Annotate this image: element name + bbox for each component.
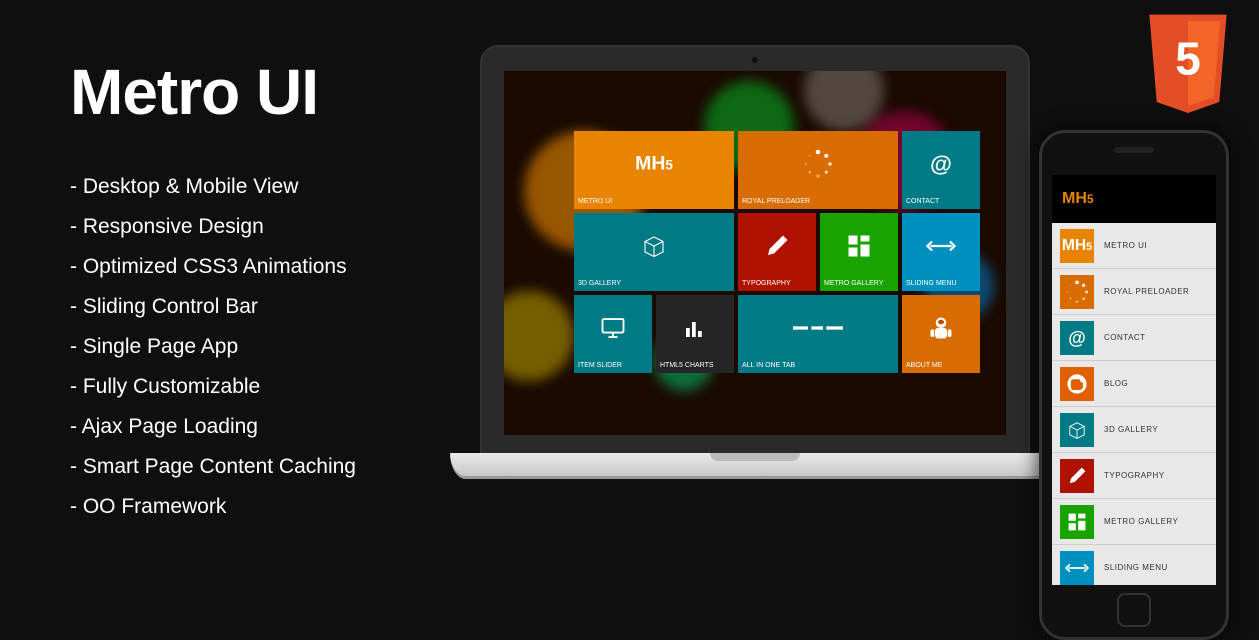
tile-typography[interactable]: TYPOGRAPHY — [738, 213, 816, 291]
mobile-item-label: CONTACT — [1104, 333, 1146, 342]
phone-header: MH5 — [1052, 175, 1216, 223]
mobile-item-label: TYPOGRAPHY — [1104, 471, 1165, 480]
pencil-icon — [1060, 459, 1094, 493]
phone-mockup: MH5 MH5 METRO UI ROYAL PRELOADER @ CONTACT BL… — [1039, 130, 1229, 640]
mobile-item-metro-ui[interactable]: MH5 METRO UI — [1052, 223, 1216, 269]
feature-item: - Optimized CSS3 Animations — [70, 247, 450, 287]
svg-text:@: @ — [1068, 328, 1086, 348]
mobile-item-royal-preloader[interactable]: ROYAL PRELOADER — [1052, 269, 1216, 315]
tile-metro-gallery[interactable]: METRO GALLERY — [820, 213, 898, 291]
cube-icon — [639, 231, 669, 261]
left-column: Metro UI - Desktop & Mobile View - Respo… — [70, 55, 450, 527]
loader-icon — [803, 149, 833, 179]
mobile-item-blog[interactable]: BLOG — [1052, 361, 1216, 407]
tile-royal-preloader[interactable]: ROYAL PRELOADER — [738, 131, 898, 209]
laptop-base — [450, 453, 1060, 479]
tile-label: METRO UI — [578, 198, 612, 205]
feature-item: - OO Framework — [70, 487, 450, 527]
laptop-mockup: MH5 METRO UI ROYAL PRELOADER @ CONTACT 3D GAL… — [450, 45, 1060, 545]
tile-label: ABOUT ME — [906, 362, 942, 369]
mobile-item-label: 3D GALLERY — [1104, 425, 1158, 434]
tile-label: ITEM SLIDER — [578, 362, 622, 369]
mobile-item-label: ROYAL PRELOADER — [1104, 287, 1189, 296]
cube-icon — [1060, 413, 1094, 447]
feature-list: - Desktop & Mobile View - Responsive Des… — [70, 167, 450, 527]
tile-label: CONTACT — [906, 198, 939, 205]
mobile-item-label: METRO GALLERY — [1104, 517, 1178, 526]
feature-item: - Smart Page Content Caching — [70, 447, 450, 487]
tile-label: SLIDING MENU — [906, 280, 957, 287]
mobile-item-label: SLIDING MENU — [1104, 563, 1168, 572]
mobile-item-contact[interactable]: @ CONTACT — [1052, 315, 1216, 361]
html5-badge: 5 — [1142, 10, 1234, 120]
arrows-icon — [926, 231, 956, 261]
feature-item: - Ajax Page Loading — [70, 407, 450, 447]
at-icon: @ — [926, 149, 956, 179]
mobile-item-sliding-menu[interactable]: SLIDING MENU — [1052, 545, 1216, 585]
camera-icon — [752, 57, 758, 63]
feature-item: - Responsive Design — [70, 207, 450, 247]
laptop-frame: MH5 METRO UI ROYAL PRELOADER @ CONTACT 3D GAL… — [480, 45, 1030, 455]
loader-icon — [1060, 275, 1094, 309]
feature-item: - Sliding Control Bar — [70, 287, 450, 327]
feature-item: - Desktop & Mobile View — [70, 167, 450, 207]
tile-contact[interactable]: @ CONTACT — [902, 131, 980, 209]
mobile-item-typography[interactable]: TYPOGRAPHY — [1052, 453, 1216, 499]
html5-number: 5 — [1175, 32, 1201, 84]
laptop-screen: MH5 METRO UI ROYAL PRELOADER @ CONTACT 3D GAL… — [504, 71, 1006, 435]
arrows-icon — [1060, 551, 1094, 585]
tile-label: 3D GALLERY — [578, 280, 621, 287]
tile-all-in-one-tab[interactable]: ALL IN ONE TAB — [738, 295, 898, 373]
tile-html5-charts[interactable]: HTML5 CHARTS — [656, 295, 734, 373]
tile-sliding-menu[interactable]: SLIDING MENU — [902, 213, 980, 291]
feature-item: - Fully Customizable — [70, 367, 450, 407]
tile-metro-ui[interactable]: MH5 METRO UI — [574, 131, 734, 209]
mobile-item-3d-gallery[interactable]: 3D GALLERY — [1052, 407, 1216, 453]
tile-label: METRO GALLERY — [824, 280, 883, 287]
mh5-icon: MH5 — [635, 152, 673, 175]
feature-item: - Single Page App — [70, 327, 450, 367]
mobile-item-label: METRO UI — [1104, 241, 1147, 250]
tile-label: HTML5 CHARTS — [660, 362, 714, 369]
astronaut-icon — [926, 313, 956, 343]
mobile-menu: MH5 METRO UI ROYAL PRELOADER @ CONTACT BLOG 3D… — [1052, 223, 1216, 585]
tile-label: ALL IN ONE TAB — [742, 362, 795, 369]
grid-icon — [844, 231, 874, 261]
tile-about-me[interactable]: ABOUT ME — [902, 295, 980, 373]
tile-item-slider[interactable]: ITEM SLIDER — [574, 295, 652, 373]
bars-icon — [680, 313, 710, 343]
mobile-item-label: BLOG — [1104, 379, 1128, 388]
mh5-icon: MH5 — [1060, 229, 1094, 263]
tile-grid: MH5 METRO UI ROYAL PRELOADER @ CONTACT 3D GAL… — [574, 131, 980, 373]
tile-label: ROYAL PRELOADER — [742, 198, 810, 205]
svg-text:@: @ — [930, 151, 952, 176]
blogger-icon — [1060, 367, 1094, 401]
monitor-icon — [598, 313, 628, 343]
lines-icon — [793, 303, 843, 353]
grid-icon — [1060, 505, 1094, 539]
tile-3d-gallery[interactable]: 3D GALLERY — [574, 213, 734, 291]
phone-screen: MH5 MH5 METRO UI ROYAL PRELOADER @ CONTACT BL… — [1052, 175, 1216, 585]
at-icon: @ — [1060, 321, 1094, 355]
tile-label: TYPOGRAPHY — [742, 280, 791, 287]
logo-mh5: MH5 — [1062, 190, 1094, 208]
pencil-icon — [762, 231, 792, 261]
mobile-item-metro-gallery[interactable]: METRO GALLERY — [1052, 499, 1216, 545]
main-title: Metro UI — [70, 55, 450, 129]
